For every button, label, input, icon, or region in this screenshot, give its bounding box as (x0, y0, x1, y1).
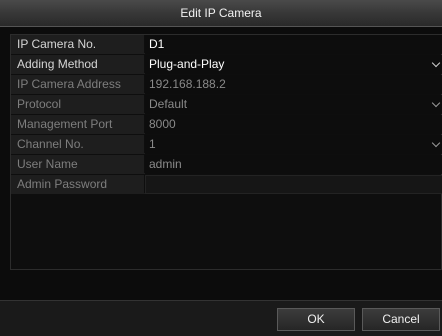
channel-no-label: Channel No. (11, 135, 144, 154)
channel-no-value: 1 (149, 137, 156, 151)
protocol-select[interactable]: Default (145, 95, 442, 114)
ok-button[interactable]: OK (277, 308, 355, 331)
ip-camera-address-label: IP Camera Address (11, 75, 144, 94)
management-port-row: Management Port 8000 (11, 115, 442, 134)
ip-camera-address-row: IP Camera Address 192.168.188.2 (11, 75, 442, 94)
admin-password-row: Admin Password (11, 175, 442, 194)
camera-form: IP Camera No. D1 Adding Method Plug-and-… (10, 34, 442, 270)
ip-camera-no-row: IP Camera No. D1 (11, 35, 442, 54)
channel-no-select[interactable]: 1 (145, 135, 442, 154)
chevron-down-icon[interactable] (431, 98, 441, 108)
protocol-value: Default (149, 97, 188, 111)
cancel-button[interactable]: Cancel (362, 308, 440, 331)
user-name-row: User Name admin (11, 155, 442, 174)
protocol-row: Protocol Default (11, 95, 442, 114)
dialog-title: Edit IP Camera (0, 0, 442, 27)
adding-method-row: Adding Method Plug-and-Play (11, 55, 442, 74)
dialog-footer: OK Cancel (0, 300, 442, 336)
management-port-label: Management Port (11, 115, 144, 134)
ip-camera-no-label: IP Camera No. (11, 35, 144, 54)
protocol-label: Protocol (11, 95, 144, 114)
ip-camera-no-value: D1 (145, 35, 442, 54)
admin-password-field[interactable] (145, 175, 442, 194)
adding-method-label: Adding Method (11, 55, 144, 74)
edit-ip-camera-dialog: Edit IP Camera IP Camera No. D1 Adding M… (0, 0, 442, 336)
user-name-field[interactable]: admin (145, 155, 442, 174)
adding-method-select[interactable]: Plug-and-Play (145, 55, 442, 74)
chevron-down-icon[interactable] (431, 138, 441, 148)
admin-password-label: Admin Password (11, 175, 144, 194)
user-name-label: User Name (11, 155, 144, 174)
adding-method-value: Plug-and-Play (149, 57, 225, 71)
chevron-down-icon[interactable] (431, 58, 441, 68)
ip-camera-address-field[interactable]: 192.168.188.2 (145, 75, 442, 94)
channel-no-row: Channel No. 1 (11, 135, 442, 154)
management-port-field[interactable]: 8000 (145, 115, 442, 134)
